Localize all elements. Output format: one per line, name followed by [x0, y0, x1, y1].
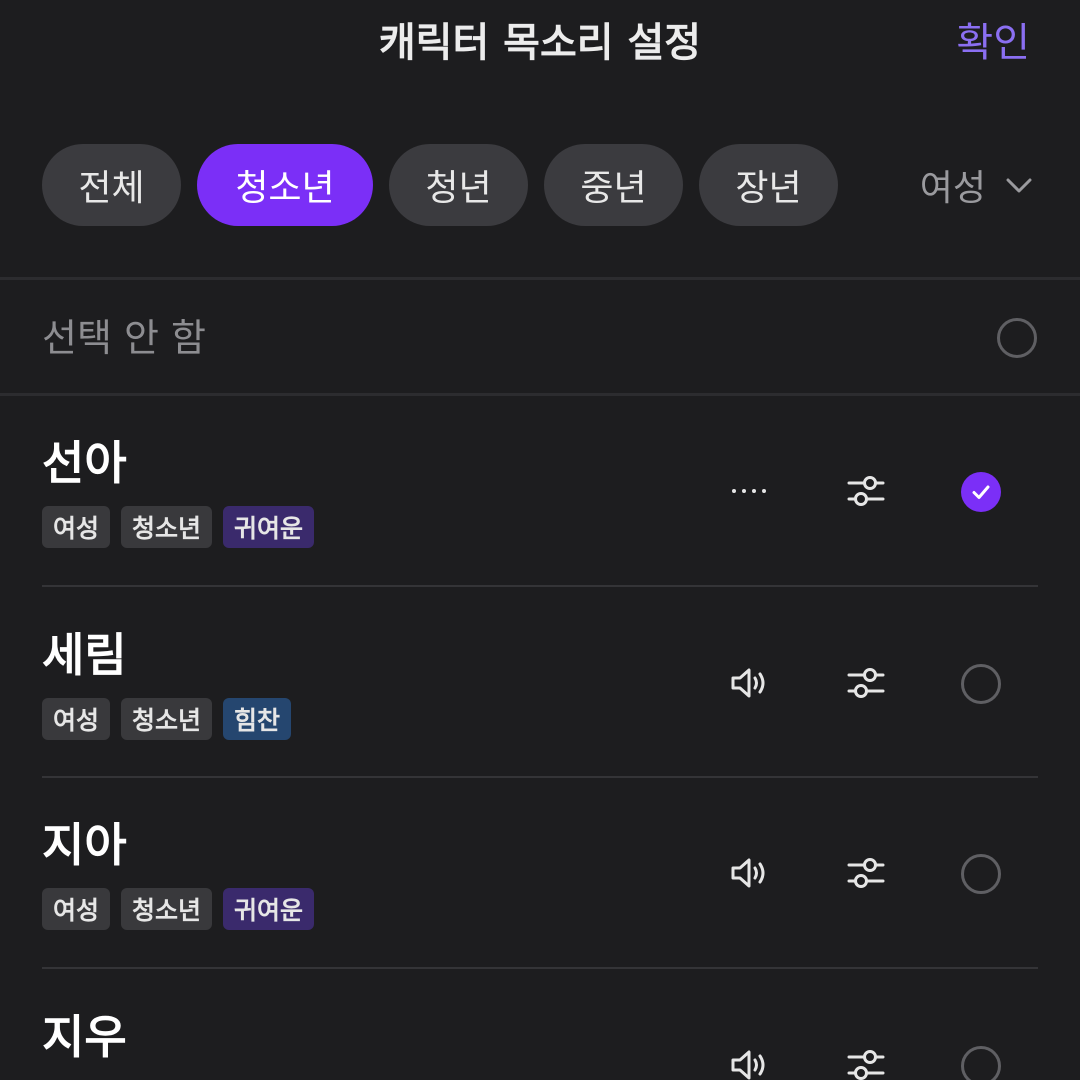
chip-middle-aged[interactable]: 중년	[544, 144, 683, 226]
voice-tags: 여성 청소년 귀여운	[42, 506, 315, 548]
sliders-icon[interactable]	[836, 461, 896, 521]
tag-gender: 여성	[42, 698, 111, 740]
tag-style: 힘찬	[223, 698, 292, 740]
tag-age: 청소년	[121, 888, 213, 930]
voice-tags: 여성 청소년 힘찬	[42, 698, 292, 740]
page-title: 캐릭터 목소리 설정	[378, 20, 702, 66]
speaker-icon[interactable]	[720, 843, 780, 903]
row-separator	[42, 967, 1038, 969]
voice-select-radio[interactable]	[961, 1046, 1001, 1080]
none-option-radio[interactable]	[997, 318, 1037, 358]
tag-gender: 여성	[42, 888, 111, 930]
voice-select-radio[interactable]	[961, 854, 1001, 894]
age-filter-chips: 전체 청소년 청년 중년 장년	[42, 144, 838, 226]
header: 캐릭터 목소리 설정 확인	[0, 0, 1080, 90]
row-separator	[42, 585, 1038, 587]
chevron-down-icon	[1006, 178, 1032, 193]
voice-row-jiwoo[interactable]: 지우	[0, 972, 1080, 1080]
voice-name: 지아	[42, 818, 127, 872]
none-option-row[interactable]: 선택 안 함	[0, 281, 1080, 393]
voice-select-radio[interactable]	[961, 664, 1001, 704]
row-separator	[42, 776, 1038, 778]
chip-young-adult[interactable]: 청년	[389, 144, 528, 226]
chip-all[interactable]: 전체	[42, 144, 181, 226]
sliders-icon[interactable]	[836, 653, 896, 713]
none-option-label: 선택 안 함	[42, 316, 206, 360]
tag-gender: 여성	[42, 506, 111, 548]
tag-style: 귀여운	[223, 888, 315, 930]
voice-name: 지우	[42, 1010, 127, 1064]
voice-row-serim[interactable]: 세림 여성 청소년 힘찬	[0, 590, 1080, 780]
tag-age: 청소년	[121, 698, 213, 740]
voice-tags: 여성 청소년 귀여운	[42, 888, 315, 930]
confirm-button[interactable]: 확인	[956, 16, 1030, 70]
gender-dropdown-value: 여성	[919, 168, 986, 209]
sliders-icon[interactable]	[836, 843, 896, 903]
voice-row-jia[interactable]: 지아 여성 청소년 귀여운	[0, 780, 1080, 970]
list-divider	[0, 393, 1080, 396]
speaker-icon[interactable]	[720, 653, 780, 713]
chip-teen[interactable]: 청소년	[197, 144, 373, 226]
tag-age: 청소년	[121, 506, 213, 548]
voice-name: 세림	[42, 628, 127, 682]
gender-dropdown[interactable]: 여성	[920, 160, 1034, 210]
filter-divider	[0, 277, 1080, 280]
selected-check-icon[interactable]	[961, 472, 1001, 512]
more-dots-icon[interactable]	[720, 461, 780, 521]
sliders-icon[interactable]	[836, 1035, 896, 1080]
voice-row-seona[interactable]: 선아 여성 청소년 귀여운	[0, 398, 1080, 588]
voice-name: 선아	[42, 436, 127, 490]
speaker-icon[interactable]	[720, 1035, 780, 1080]
tag-style: 귀여운	[223, 506, 315, 548]
chip-senior[interactable]: 장년	[699, 144, 838, 226]
